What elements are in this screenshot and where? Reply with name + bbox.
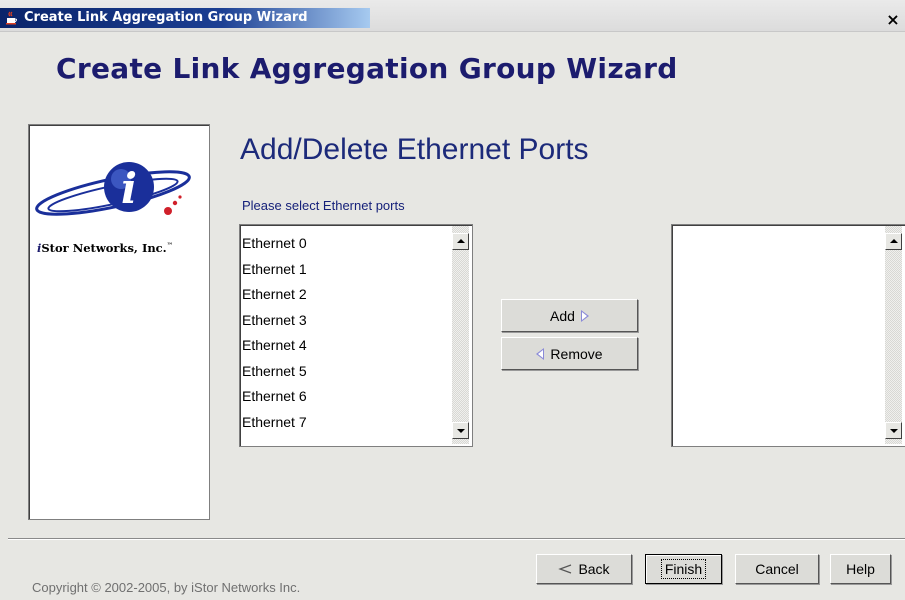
add-button-label: Add [550, 307, 575, 324]
list-item[interactable]: Ethernet 4 [242, 333, 307, 359]
window-title-bar: Create Link Aggregation Group Wizard × [0, 0, 905, 32]
title-bar-gradient: Create Link Aggregation Group Wizard [0, 8, 370, 28]
remove-button[interactable]: Remove [501, 337, 638, 370]
available-ports-list[interactable]: Ethernet 0 Ethernet 1 Ethernet 2 Etherne… [239, 224, 473, 447]
list-item[interactable]: Ethernet 7 [242, 410, 307, 436]
list-item[interactable]: Ethernet 1 [242, 257, 307, 283]
arrow-up-glyph [890, 239, 898, 243]
company-name-text: Stor Networks, Inc. [41, 241, 167, 255]
triangle-right-icon [580, 309, 589, 322]
scroll-down-icon[interactable] [452, 422, 469, 439]
back-button-label: Back [578, 561, 610, 577]
finish-button-label: Finish [660, 559, 707, 579]
help-button-label: Help [846, 561, 875, 577]
back-arrow-icon [558, 564, 572, 574]
list-item[interactable]: Ethernet 3 [242, 308, 307, 334]
list-item[interactable]: Ethernet 2 [242, 282, 307, 308]
finish-button[interactable]: Finish [645, 554, 722, 584]
istor-logo-icon: i [35, 162, 191, 216]
logo-panel: i iStor Networks, Inc.™ [28, 124, 210, 520]
svg-text:i: i [121, 164, 137, 213]
company-name: iStor Networks, Inc.™ [37, 241, 173, 255]
scroll-down-icon[interactable] [885, 422, 902, 439]
selected-ports-scrollbar[interactable] [885, 226, 902, 444]
page-title: Add/Delete Ethernet Ports [240, 133, 589, 166]
close-icon[interactable]: × [884, 11, 902, 29]
triangle-left-icon [536, 347, 545, 360]
arrow-down-glyph [890, 429, 898, 433]
cancel-button[interactable]: Cancel [735, 554, 819, 584]
java-cup-icon [6, 11, 17, 25]
available-ports-items: Ethernet 0 Ethernet 1 Ethernet 2 Etherne… [242, 231, 307, 435]
selected-ports-list[interactable] [671, 224, 905, 447]
instruction-label: Please select Ethernet ports [242, 198, 405, 213]
add-button[interactable]: Add [501, 299, 638, 332]
footer-separator [8, 538, 905, 540]
list-item[interactable]: Ethernet 6 [242, 384, 307, 410]
trademark-symbol: ™ [166, 242, 173, 250]
arrow-down-glyph [457, 429, 465, 433]
remove-button-label: Remove [550, 345, 603, 362]
wizard-banner-title: Create Link Aggregation Group Wizard [56, 52, 678, 85]
list-item[interactable]: Ethernet 0 [242, 231, 307, 257]
window-title: Create Link Aggregation Group Wizard [24, 10, 308, 25]
help-button[interactable]: Help [830, 554, 891, 584]
back-button[interactable]: Back [536, 554, 632, 584]
arrow-up-glyph [457, 239, 465, 243]
scroll-up-icon[interactable] [452, 233, 469, 250]
list-item[interactable]: Ethernet 5 [242, 359, 307, 385]
available-ports-scrollbar[interactable] [452, 226, 469, 444]
scroll-up-icon[interactable] [885, 233, 902, 250]
cancel-button-label: Cancel [755, 561, 799, 577]
copyright-text: Copyright © 2002-2005, by iStor Networks… [32, 580, 301, 595]
